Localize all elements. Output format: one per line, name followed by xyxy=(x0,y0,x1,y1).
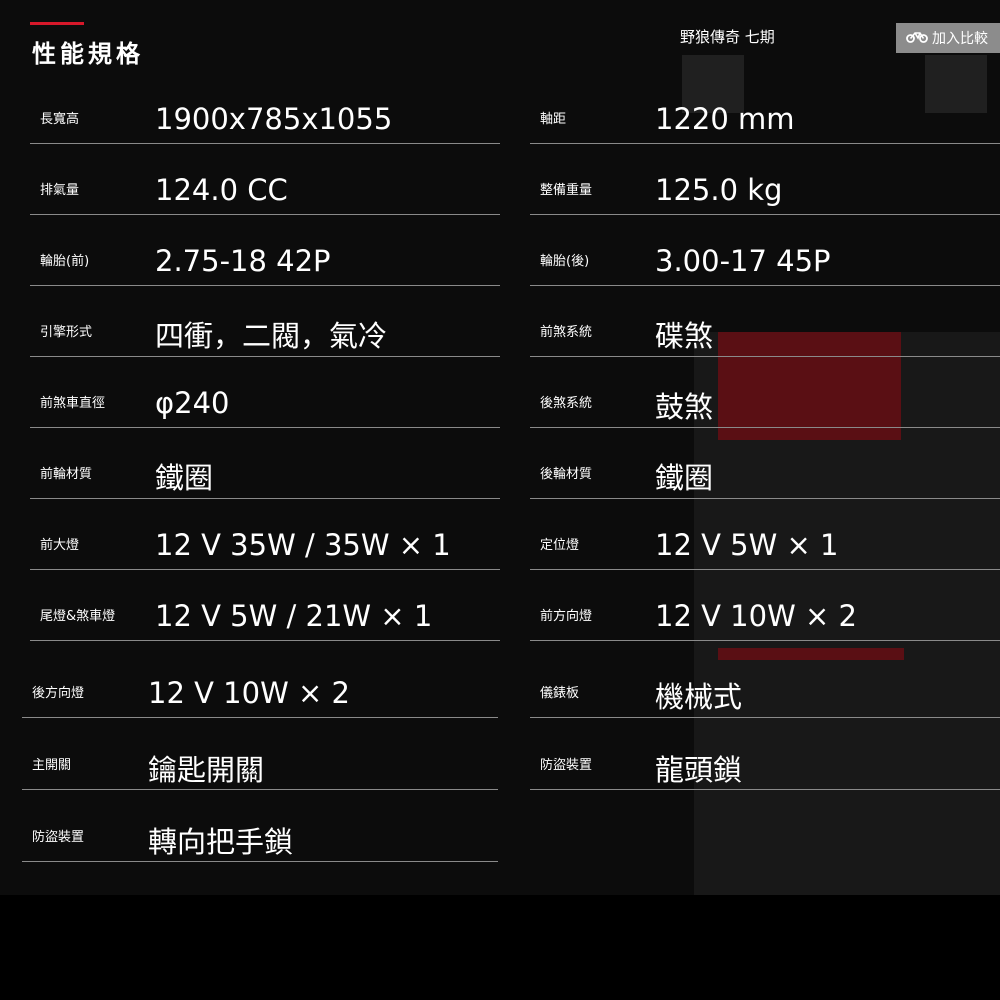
spec-label: 定位燈 xyxy=(540,538,580,553)
spec-row-engine-type: 引擎形式 四衝，二閥，氣冷 xyxy=(30,285,500,357)
spec-row-position-light: 定位燈 12 V 5W × 1 xyxy=(530,498,1000,570)
spec-value: 3.00-17 45P xyxy=(655,244,831,278)
spec-value: 2.75-18 42P xyxy=(155,244,331,278)
spec-row-front-turn-signal: 前方向燈 12 V 10W × 2 xyxy=(530,569,1000,641)
spec-row-front-brake-system: 前煞系統 碟煞 xyxy=(530,285,1000,357)
spec-value: 鼓煞 xyxy=(655,390,714,424)
spec-value: 124.0 CC xyxy=(155,173,288,207)
spec-label: 引擎形式 xyxy=(40,325,93,340)
spec-label: 排氣量 xyxy=(40,183,80,198)
spec-value: 鑰匙開關 xyxy=(148,753,265,787)
spec-label: 前方向燈 xyxy=(540,609,593,624)
model-name: 野狼傳奇 七期 xyxy=(680,28,775,46)
spec-row-wheelbase: 軸距 1220 mm xyxy=(530,72,1000,144)
spec-row-front-wheel-material: 前輪材質 鐵圈 xyxy=(30,427,500,499)
page-title: 性能規格 xyxy=(32,40,144,68)
spec-value: 125.0 kg xyxy=(655,173,783,207)
add-compare-button[interactable]: 加入比較 xyxy=(896,23,1000,53)
spec-row-main-switch: 主開關 鑰匙開關 xyxy=(22,718,498,790)
spec-row-headlight: 前大燈 12 V 35W / 35W × 1 xyxy=(30,498,500,570)
spec-value: φ240 xyxy=(155,386,230,420)
spec-value: 四衝，二閥，氣冷 xyxy=(155,319,388,353)
spec-value: 12 V 5W × 1 xyxy=(655,528,839,562)
spec-row-dashboard: 儀錶板 機械式 xyxy=(530,640,1000,718)
spec-label: 軸距 xyxy=(540,112,567,127)
spec-row-rear-turn-signal: 後方向燈 12 V 10W × 2 xyxy=(22,640,498,718)
spec-value: 1220 mm xyxy=(655,102,795,136)
spec-row-front-brake-diameter: 前煞車直徑 φ240 xyxy=(30,356,500,428)
spec-value: 12 V 10W × 2 xyxy=(655,599,857,633)
spec-value: 轉向把手鎖 xyxy=(148,825,294,859)
spec-row-tail-brake-light: 尾燈&煞車燈 12 V 5W / 21W × 1 xyxy=(30,569,500,641)
spec-label: 主開關 xyxy=(32,758,72,773)
spec-row-curb-weight: 整備重量 125.0 kg xyxy=(530,143,1000,215)
spec-label: 整備重量 xyxy=(540,183,593,198)
spec-label: 防盜裝置 xyxy=(540,758,593,773)
spec-label: 儀錶板 xyxy=(540,686,580,701)
spec-label: 防盜裝置 xyxy=(32,830,85,845)
spec-row-anti-theft-left: 防盜裝置 轉向把手鎖 xyxy=(22,790,498,862)
spec-row-displacement: 排氣量 124.0 CC xyxy=(30,143,500,215)
title-accent-bar xyxy=(30,22,84,25)
spec-label: 後煞系統 xyxy=(540,396,593,411)
spec-label: 前大燈 xyxy=(40,538,80,553)
spec-row-dimensions: 長寬高 1900x785x1055 xyxy=(30,72,500,144)
spec-label: 前煞車直徑 xyxy=(40,396,106,411)
spec-label: 輪胎(前) xyxy=(40,254,90,269)
spec-value: 1900x785x1055 xyxy=(155,102,393,136)
spec-label: 尾燈&煞車燈 xyxy=(40,609,116,624)
spec-value: 機械式 xyxy=(655,680,743,714)
spec-label: 前煞系統 xyxy=(540,325,593,340)
spec-row-front-tire: 輪胎(前) 2.75-18 42P xyxy=(30,214,500,286)
add-compare-label: 加入比較 xyxy=(932,31,988,47)
spec-value: 12 V 5W / 21W × 1 xyxy=(155,599,433,633)
spec-row-rear-tire: 輪胎(後) 3.00-17 45P xyxy=(530,214,1000,286)
spec-value: 鐵圈 xyxy=(155,461,214,495)
spec-row-rear-brake-system: 後煞系統 鼓煞 xyxy=(530,356,1000,428)
spec-label: 後方向燈 xyxy=(32,686,85,701)
spec-label: 前輪材質 xyxy=(40,467,93,482)
spec-row-rear-wheel-material: 後輪材質 鐵圈 xyxy=(530,427,1000,499)
spec-value: 碟煞 xyxy=(655,319,714,353)
spec-label: 後輪材質 xyxy=(540,467,593,482)
spec-value: 12 V 10W × 2 xyxy=(148,676,350,710)
spec-value: 龍頭鎖 xyxy=(655,753,743,787)
spec-row-anti-theft-right: 防盜裝置 龍頭鎖 xyxy=(530,718,1000,790)
motorcycle-icon xyxy=(906,30,928,47)
spec-value: 鐵圈 xyxy=(655,461,714,495)
spec-value: 12 V 35W / 35W × 1 xyxy=(155,528,451,562)
spec-label: 輪胎(後) xyxy=(540,254,590,269)
spec-label: 長寬高 xyxy=(40,112,80,127)
